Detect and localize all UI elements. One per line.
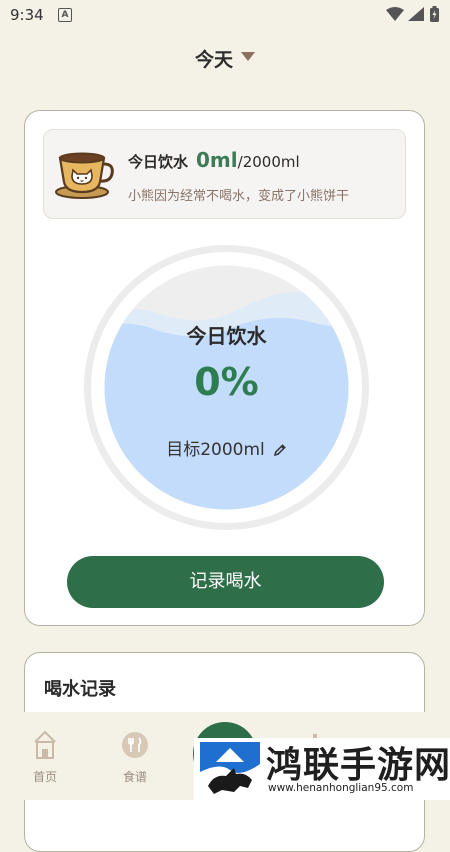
intake-message: 小熊因为经常不喝水，变成了小熊饼干 [128, 189, 350, 204]
history-title: 喝水记录 [44, 679, 116, 700]
nav-item-recipe[interactable]: 食谱 [105, 730, 165, 785]
date-selector[interactable]: 今天 [0, 45, 450, 81]
watermark-title: 鸿联手游网 [266, 744, 450, 786]
watermark-url: www.henanhonglian95.com [268, 782, 414, 794]
record-water-button[interactable]: 记录喝水 [67, 556, 384, 608]
intake-target: /2000ml [237, 153, 300, 171]
caret-down-icon [241, 52, 255, 61]
intake-amount: 0ml [196, 148, 238, 172]
pencil-icon[interactable] [273, 443, 287, 457]
status-bar: 9:34 A [0, 0, 450, 30]
nav-label-home: 首页 [32, 770, 57, 784]
intake-label: 今日饮水 [128, 153, 189, 171]
goal-text: 目标2000ml [166, 440, 265, 460]
signal-icon [408, 7, 424, 21]
recipe-icon [122, 732, 148, 758]
watermark-logo-icon [200, 742, 260, 796]
gauge-title: 今日饮水 [186, 324, 267, 348]
watermark: 鸿联手游网 www.henanhonglian95.com [194, 738, 450, 800]
goal-edit[interactable]: 目标2000ml [84, 435, 369, 460]
notification-icon: A [58, 8, 72, 22]
gauge-percent: 0% [194, 360, 259, 404]
water-card: 今日饮水 0ml/2000ml 小熊因为经常不喝水，变成了小熊饼干 今日饮水 0%… [24, 110, 425, 626]
battery-icon [430, 6, 439, 22]
coffee-cup-icon [55, 152, 114, 199]
header-title: 今天 [194, 49, 233, 71]
intake-summary: 今日饮水 0ml/2000ml [128, 148, 300, 172]
wifi-icon [386, 7, 404, 21]
nav-label-recipe: 食谱 [122, 770, 147, 784]
home-icon [34, 730, 56, 759]
status-time: 9:34 [10, 6, 44, 24]
nav-item-home[interactable]: 首页 [15, 730, 75, 785]
water-gauge: 今日饮水 0% 目标2000ml [84, 245, 369, 530]
intake-info-box: 今日饮水 0ml/2000ml 小熊因为经常不喝水，变成了小熊饼干 [43, 129, 406, 219]
water-wave-front [104, 317, 349, 510]
